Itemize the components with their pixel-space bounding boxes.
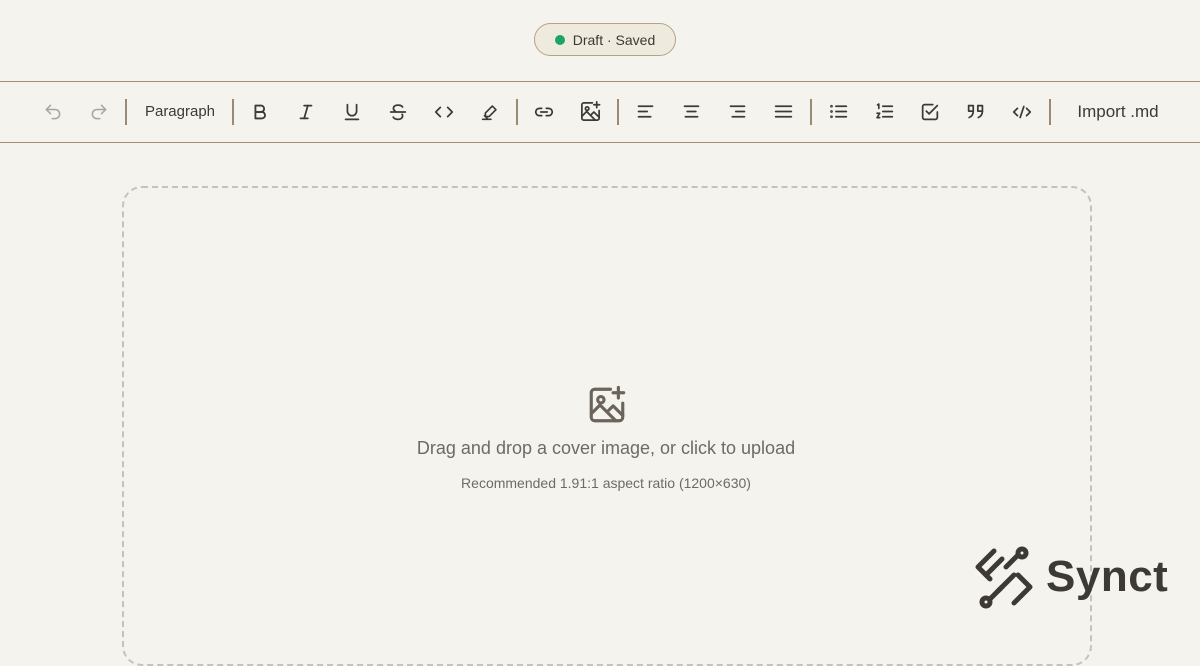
- dropzone-title: Drag and drop a cover image, or click to…: [416, 438, 796, 458]
- toolbar-divider: [1049, 99, 1051, 125]
- ordered-list-icon: [875, 103, 893, 119]
- synct-logo-icon: [975, 546, 1033, 609]
- toolbar-divider: [617, 99, 619, 125]
- italic-button[interactable]: [294, 82, 318, 141]
- toolbar-divider: [232, 99, 234, 125]
- code-block-icon: [1012, 105, 1032, 118]
- block-type-label: Paragraph: [144, 103, 216, 120]
- inline-code-icon: [434, 106, 454, 117]
- redo-button[interactable]: [86, 82, 112, 141]
- bullet-list-button[interactable]: [826, 82, 850, 141]
- code-block-button[interactable]: [1009, 82, 1035, 141]
- bold-button[interactable]: [248, 82, 272, 141]
- align-left-button[interactable]: [633, 82, 657, 141]
- saved-status-dot: [554, 34, 565, 45]
- undo-button[interactable]: [40, 82, 66, 141]
- align-center-button[interactable]: [679, 82, 703, 141]
- toolbar-divider: [125, 99, 127, 125]
- bullet-list-icon: [829, 104, 847, 119]
- underline-button[interactable]: [340, 82, 364, 141]
- block-type-select[interactable]: Paragraph: [138, 82, 222, 141]
- align-right-icon: [729, 105, 745, 118]
- align-justify-button[interactable]: [771, 82, 795, 141]
- task-list-icon: [921, 103, 939, 120]
- strikethrough-button[interactable]: [386, 82, 410, 141]
- task-list-button[interactable]: [918, 82, 942, 141]
- blockquote-icon: [967, 104, 984, 118]
- highlight-icon: [481, 104, 497, 120]
- import-markdown-button[interactable]: Import .md: [1066, 82, 1170, 141]
- align-center-icon: [683, 105, 699, 118]
- italic-icon: [299, 104, 313, 119]
- editor-toolbar: Paragraph Import .md: [0, 81, 1200, 143]
- inline-code-button[interactable]: [431, 82, 457, 141]
- align-justify-icon: [774, 105, 792, 118]
- dropzone-subtitle: Recommended 1.91:1 aspect ratio (1200×63…: [461, 475, 751, 491]
- insert-image-icon: [580, 101, 600, 121]
- brand-logo: Synct: [972, 545, 1182, 609]
- bold-icon: [254, 104, 266, 119]
- toolbar-divider: [516, 99, 518, 125]
- ordered-list-button[interactable]: [872, 82, 896, 141]
- insert-image-button[interactable]: [577, 82, 603, 141]
- save-status-badge: Draft · Saved: [534, 23, 676, 56]
- undo-icon: [45, 104, 61, 119]
- strikethrough-icon: [389, 103, 407, 120]
- underline-icon: [344, 103, 360, 120]
- highlight-button[interactable]: [477, 82, 503, 141]
- save-status-label: Draft · Saved: [572, 31, 656, 48]
- brand-name: Synct: [1046, 552, 1169, 601]
- redo-icon: [91, 104, 107, 119]
- image-plus-icon: [586, 384, 628, 426]
- link-button[interactable]: [531, 82, 557, 141]
- toolbar-divider: [810, 99, 812, 125]
- align-left-icon: [637, 105, 653, 118]
- blockquote-button[interactable]: [963, 82, 989, 141]
- import-markdown-label: Import .md: [1077, 101, 1159, 121]
- align-right-button[interactable]: [725, 82, 749, 141]
- link-icon: [534, 106, 554, 117]
